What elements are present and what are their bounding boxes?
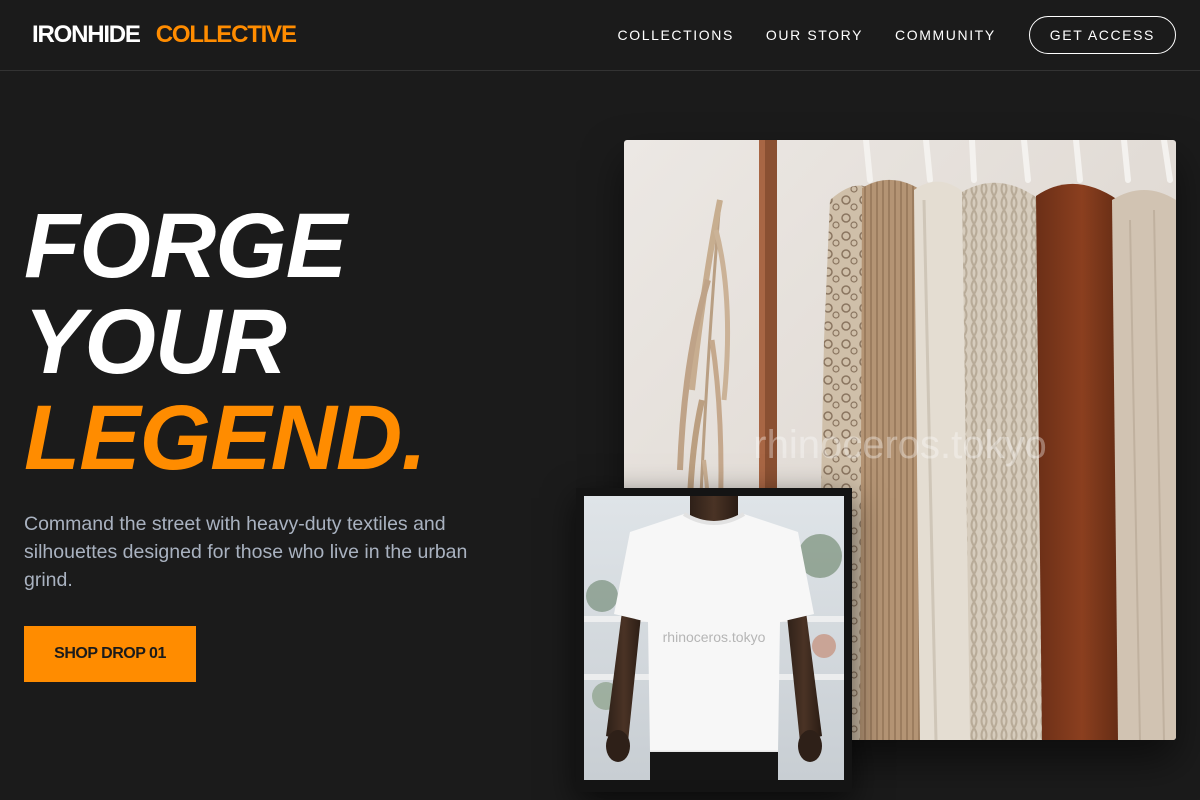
rack-watermark: rhinoceros.tokyo [753, 423, 1046, 467]
hero-headline: FORGE YOUR LEGEND. [24, 195, 427, 489]
nav-link-our-story[interactable]: OUR STORY [766, 27, 863, 43]
shop-drop-button[interactable]: SHOP DROP 01 [24, 626, 196, 682]
white-tee-image: rhinoceros.tokyo [584, 496, 844, 780]
brand-name-part1: IRONHIDE [32, 21, 141, 48]
tee-watermark: rhinoceros.tokyo [663, 629, 766, 645]
hero-subcopy: Command the street with heavy-duty texti… [24, 513, 468, 591]
nav-link-collections[interactable]: COLLECTIONS [618, 27, 734, 43]
headline-line-1: FORGE [24, 195, 347, 297]
headline-line-2: YOUR [24, 291, 287, 393]
brand-name-part2: COLLECTIVE [155, 21, 297, 48]
brand-logo[interactable]: IRONHIDE COLLECTIVE [32, 21, 297, 49]
site-header: IRONHIDE COLLECTIVE COLLECTIONS OUR STOR… [0, 0, 1200, 71]
headline-line-3: LEGEND. [24, 387, 427, 489]
landing-page: IRONHIDE COLLECTIVE COLLECTIONS OUR STOR… [0, 0, 1200, 800]
tee-image-frame: rhinoceros.tokyo [576, 488, 852, 792]
get-access-button[interactable]: GET ACCESS [1028, 16, 1176, 54]
main-nav: COLLECTIONS OUR STORY COMMUNITY GET ACCE… [586, 16, 1176, 54]
nav-link-community[interactable]: COMMUNITY [895, 27, 996, 43]
